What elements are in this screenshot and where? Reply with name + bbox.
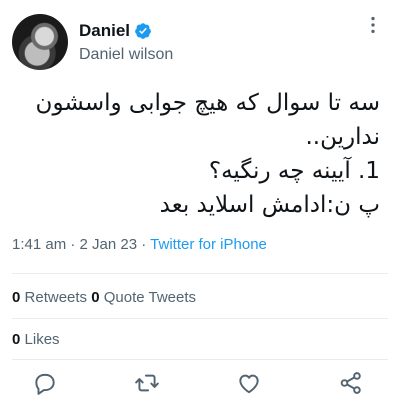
retweet-stats[interactable]: 0 Retweets 0 Quote Tweets xyxy=(12,289,196,306)
quotes-count: 0 xyxy=(91,289,100,306)
tweet-line: پ ن:ادامش اسلاید بعد xyxy=(159,192,380,218)
author-handle[interactable]: Daniel wilson xyxy=(79,46,173,64)
meta-separator: · xyxy=(137,236,151,253)
likes-label: Likes xyxy=(24,331,60,348)
like-icon[interactable] xyxy=(236,370,262,396)
retweet-icon[interactable] xyxy=(134,370,160,396)
divider xyxy=(12,318,388,319)
tweet-line: 1. آیینه چه رنگیه؟ xyxy=(208,158,380,184)
reply-icon[interactable] xyxy=(32,370,58,396)
divider xyxy=(12,273,388,274)
meta-separator: · xyxy=(66,236,80,253)
retweets-label: Retweets xyxy=(24,289,88,306)
display-name[interactable]: Daniel xyxy=(79,21,130,41)
tweet-header: Daniel Daniel wilson xyxy=(12,14,388,70)
share-icon[interactable] xyxy=(338,370,364,396)
tweet-source[interactable]: Twitter for iPhone xyxy=(150,236,267,253)
tweet-text: سه تا سوال که هیچ جوابی واسشون ندارین.. … xyxy=(10,86,380,222)
tweet-meta: 1:41 am · 2 Jan 23 · Twitter for iPhone xyxy=(12,236,267,253)
verified-badge-icon xyxy=(135,23,151,39)
retweets-count: 0 xyxy=(12,289,21,306)
avatar[interactable] xyxy=(12,14,68,70)
tweet-line: ندارین.. xyxy=(305,124,380,150)
tweet-line: سه تا سوال که هیچ جوابی واسشون xyxy=(35,90,380,116)
action-bar xyxy=(0,368,400,400)
tweet-time[interactable]: 1:41 am xyxy=(12,236,66,253)
tweet-date[interactable]: 2 Jan 23 xyxy=(80,236,138,253)
more-icon[interactable] xyxy=(362,14,384,36)
divider xyxy=(12,359,388,360)
quotes-label: Quote Tweets xyxy=(103,289,197,306)
likes-stats[interactable]: 0 Likes xyxy=(12,331,60,348)
likes-count: 0 xyxy=(12,331,21,348)
name-row: Daniel xyxy=(79,21,152,41)
